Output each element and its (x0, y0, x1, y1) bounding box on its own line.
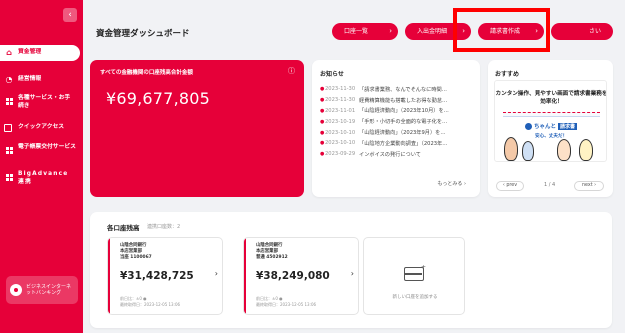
highlight-annotation (453, 8, 550, 52)
plus-icon: + (421, 264, 427, 271)
page-indicator: 1 / 4 (544, 182, 556, 188)
banner-logo: ちゃんと 請求書 (525, 122, 579, 131)
notices-list: ● 2023-11-30 「請求書業務、なんでそんなに時間… ● 2023-11-30… (320, 84, 476, 160)
recommend-heading: おすすめ (495, 71, 520, 78)
account-info: 山陰合同銀行 本店営業部 普通 4502912 (256, 243, 288, 261)
person-illustration (557, 139, 571, 161)
notices-heading: お知らせ (320, 71, 344, 78)
account-meta: 前日比：±0 ● 最終取得日：2023-12-05 13:06 (120, 296, 180, 308)
account-number: 普通 4502912 (256, 255, 288, 260)
sidebar-item-services[interactable]: 各種サービス・お手続き (0, 91, 83, 113)
account-meta: 前日比：±0 ● 最終取得日：2023-12-05 13:06 (256, 296, 316, 308)
list-item[interactable]: ● 2023-09-29 インボイスの発行について (320, 149, 476, 160)
list-item[interactable]: ● 2023-10-10 「山陰経済動向」（2023年9月）を… (320, 127, 476, 138)
bank-logo-icon (10, 284, 22, 296)
sidebar-item-bigadvance[interactable]: BigAdvance連携 (0, 167, 83, 189)
total-balance-label: すべての金融機関の口座残高合計金額 (100, 70, 193, 76)
account-card[interactable]: 山陰合同銀行 本店営業部 普通 4502912 ¥38,249,080 › 前日… (243, 237, 359, 315)
grid-icon (4, 94, 14, 105)
promo-banner[interactable]: カンタン操作、見やすい画面で請求書業務を効率化！ ちゃんと 請求書 安心、丈夫だ！ (494, 80, 607, 162)
account-balance: ¥31,428,725 (120, 270, 194, 282)
banner-pager: ‹ prev 1 / 4 next › (494, 181, 607, 191)
accent-bar (244, 238, 246, 314)
info-icon[interactable]: ⓘ (288, 66, 295, 76)
accent-bar (108, 238, 110, 314)
banner-title: カンタン操作、見やすい画面で請求書業務を効率化！ (495, 91, 607, 105)
next-button[interactable]: next › (574, 181, 604, 191)
account-info: 山陰合同銀行 本店営業部 当座 1100067 (120, 243, 152, 261)
person-illustration (504, 137, 518, 161)
logo-icon (525, 123, 532, 130)
grid-icon (4, 170, 14, 181)
last-updated: 最終取得日：2023-12-05 13:06 (256, 302, 317, 307)
list-item[interactable]: ● 2023-11-30 経費精算機能も搭載したお得な勤怠… (320, 95, 476, 106)
add-account-button[interactable]: + 新しい口座を追加する (363, 237, 465, 315)
sidebar: ‹ ⌂ 資金管理 ◔ 経営情報 各種サービス・お手続き クイックアクセス 電子帳… (0, 0, 83, 333)
list-item[interactable]: ● 2023-11-01 「山陰経済動向」（2023年10月）を… (320, 106, 476, 117)
sidebar-item-quick-access[interactable]: クイックアクセス (0, 120, 83, 136)
total-balance-amount: ¥69,677,805 (106, 89, 210, 108)
recommend-panel: おすすめ カンタン操作、見やすい画面で請求書業務を効率化！ ちゃんと 請求書 安心… (488, 60, 613, 197)
chevron-right-icon[interactable]: › (215, 269, 218, 278)
page-title: 資金管理ダッシュボード (96, 29, 190, 39)
account-balance: ¥38,249,080 (256, 270, 330, 282)
add-account-label: 新しい口座を追加する (392, 295, 438, 300)
sidebar-item-e-document[interactable]: 電子帳票交付サービス (0, 140, 83, 156)
account-list-button[interactable]: 口座一覧 › (332, 23, 398, 40)
square-icon (4, 123, 14, 133)
person-illustration (522, 141, 534, 161)
balances-heading: 各口座残高 (107, 224, 140, 232)
linked-count: 連携口座数：2 (147, 224, 181, 230)
chevron-left-icon[interactable]: ‹ (63, 8, 77, 22)
see-more-link[interactable]: もっとみる › (437, 180, 466, 187)
banner-decoration (503, 112, 600, 117)
list-item[interactable]: ● 2023-10-10 「山陰地方企業動向調査」（2023年… (320, 138, 476, 149)
account-balances-panel: 各口座残高 連携口座数：2 山陰合同銀行 本店営業部 当座 1100067 ¥3… (90, 212, 612, 328)
account-card[interactable]: 山陰合同銀行 本店営業部 当座 1100067 ¥31,428,725 › 前日… (107, 237, 223, 315)
account-number: 当座 1100067 (120, 255, 152, 260)
list-item[interactable]: ● 2023-11-30 「請求書業務、なんでそんなに時間… (320, 84, 476, 95)
last-updated: 最終取得日：2023-12-05 13:06 (120, 302, 181, 307)
list-item[interactable]: ● 2023-10-19 「手形・小切手の全面的な電子化を… (320, 116, 476, 127)
sidebar-item-fund-management[interactable]: ⌂ 資金管理 (0, 45, 80, 61)
notices-panel: お知らせ ● 2023-11-30 「請求書業務、なんでそんなに時間… ● 2023-… (312, 60, 480, 197)
total-balance-card: すべての金融機関の口座残高合計金額 ⓘ ¥69,677,805 (90, 60, 304, 197)
home-icon: ⌂ (6, 48, 12, 57)
sidebar-item-management-info[interactable]: ◔ 経営情報 (0, 72, 83, 88)
chart-icon: ◔ (5, 75, 13, 84)
prev-button[interactable]: ‹ prev (496, 181, 524, 191)
chevron-right-icon[interactable]: › (351, 269, 354, 278)
person-illustration (579, 139, 593, 161)
chevron-right-icon: › (389, 27, 392, 35)
internet-banking-link[interactable]: ビジネスインターネットバンキング (6, 276, 78, 304)
grid-icon (4, 143, 14, 154)
more-button[interactable]: さい (551, 23, 613, 40)
